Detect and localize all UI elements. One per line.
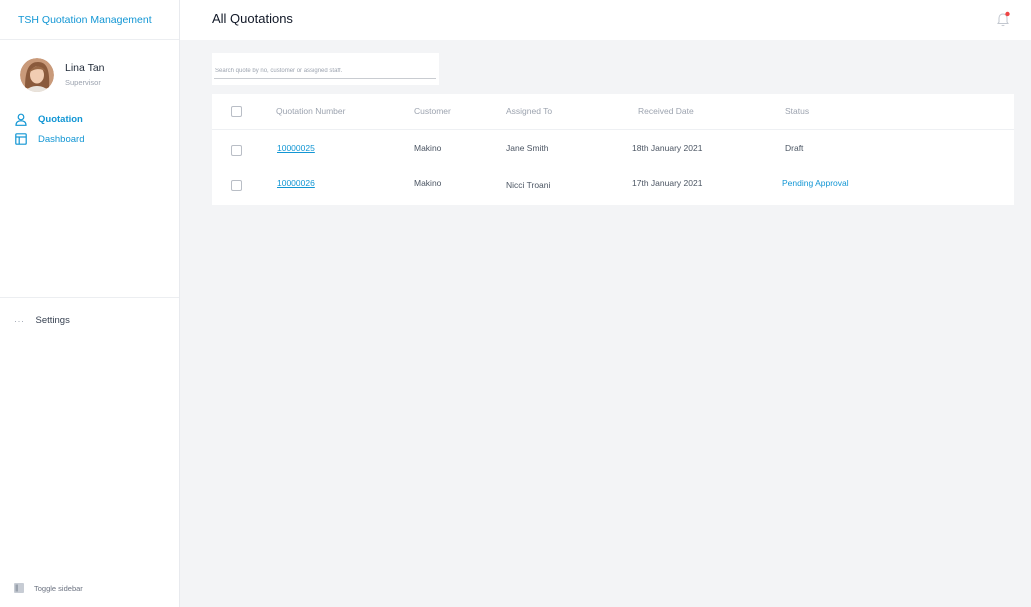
- more-dots-icon: ···: [14, 315, 25, 326]
- quotation-number-link[interactable]: 10000026: [277, 178, 315, 188]
- notification-bell-icon[interactable]: [996, 11, 1010, 27]
- sidebar-item-label: Quotation: [38, 113, 83, 125]
- column-header-status[interactable]: Status: [785, 106, 809, 116]
- column-header-assigned-to[interactable]: Assigned To: [506, 106, 552, 116]
- received-date-cell: 17th January 2021: [632, 178, 703, 188]
- user-name: Lina Tan: [65, 62, 105, 74]
- sidebar-nav: Quotation Dashboard: [14, 109, 84, 149]
- layout-icon: [14, 132, 28, 146]
- settings-button[interactable]: ··· Settings: [14, 315, 70, 326]
- sidebar-item-label: Dashboard: [38, 133, 85, 145]
- table-header-divider: [212, 129, 1014, 130]
- column-header-customer[interactable]: Customer: [414, 106, 451, 116]
- sidebar-divider: [0, 297, 179, 298]
- status-cell: Draft: [785, 143, 804, 153]
- status-cell: Pending Approval: [782, 178, 849, 188]
- column-header-received-date[interactable]: Received Date: [638, 106, 694, 116]
- assigned-to-cell: Nicci Troani: [506, 180, 551, 190]
- search-box: [212, 53, 439, 85]
- avatar: [20, 58, 54, 92]
- search-input[interactable]: [214, 63, 436, 79]
- settings-label: Settings: [35, 315, 70, 326]
- assigned-to-cell: Jane Smith: [506, 143, 549, 153]
- sidebar-toggle-icon: [14, 583, 24, 593]
- quotations-table: Quotation Number Customer Assigned To Re…: [212, 94, 1014, 205]
- column-header-quotation-number[interactable]: Quotation Number: [276, 106, 345, 116]
- user-icon: [14, 112, 28, 126]
- received-date-cell: 18th January 2021: [632, 143, 703, 153]
- top-bar: All Quotations: [180, 0, 1031, 40]
- quotation-number-link[interactable]: 10000025: [277, 143, 315, 153]
- notification-dot: [1005, 11, 1010, 17]
- customer-cell: Makino: [414, 143, 442, 153]
- page-title: All Quotations: [212, 11, 293, 26]
- customer-cell: Makino: [414, 178, 442, 188]
- row-checkbox[interactable]: [231, 180, 242, 191]
- sidebar-item-quotation[interactable]: Quotation: [14, 109, 84, 129]
- app-title[interactable]: TSH Quotation Management: [0, 0, 179, 40]
- select-all-checkbox[interactable]: [231, 106, 242, 117]
- toggle-sidebar-label: Toggle sidebar: [34, 583, 83, 593]
- toggle-sidebar-button[interactable]: Toggle sidebar: [14, 583, 83, 593]
- user-role: Supervisor: [65, 78, 101, 87]
- user-profile: Lina Tan Supervisor: [20, 58, 105, 92]
- sidebar-item-dashboard[interactable]: Dashboard: [14, 129, 84, 149]
- sidebar: TSH Quotation Management Lina Tan Superv…: [0, 0, 180, 607]
- row-checkbox[interactable]: [231, 145, 242, 156]
